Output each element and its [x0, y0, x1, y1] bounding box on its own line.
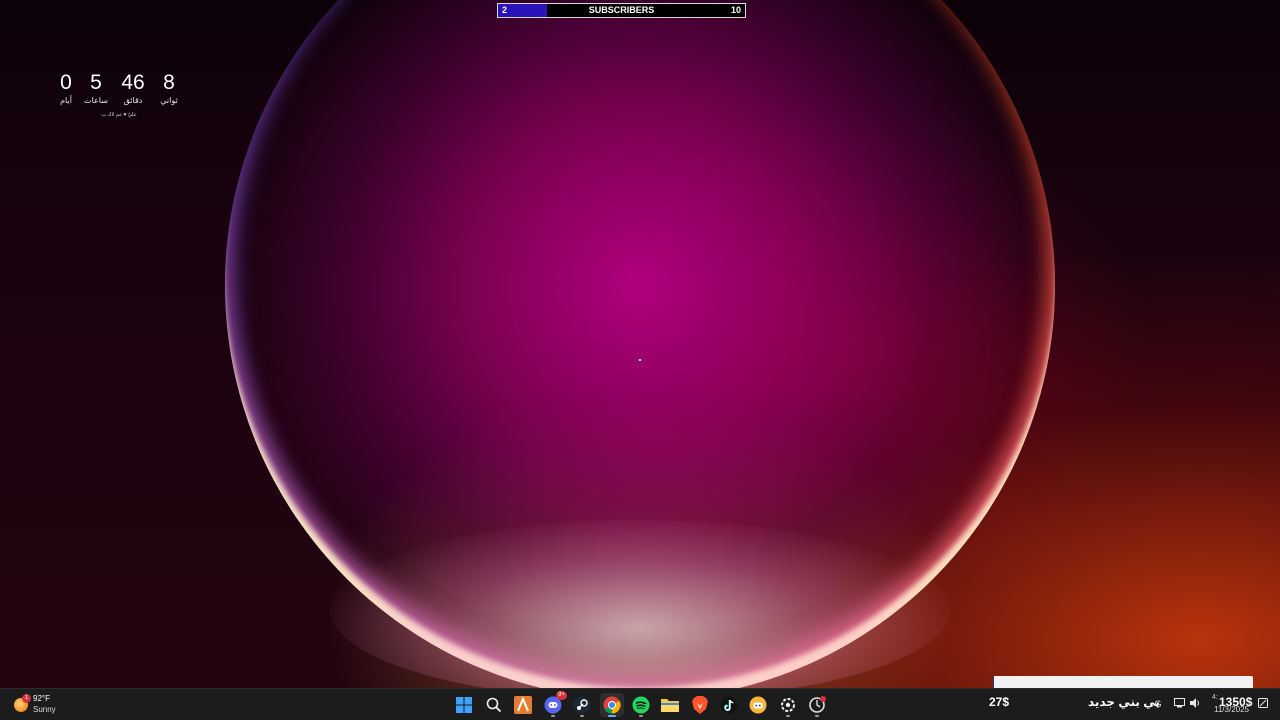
steam-icon[interactable]: [570, 693, 594, 717]
search-icon[interactable]: [482, 693, 506, 717]
active-indicator: [608, 715, 616, 717]
file-explorer-icon[interactable]: [658, 693, 682, 717]
weather-condition: Sunny: [33, 705, 56, 714]
subscriber-goal-bar: 2 SUBSCRIBERS 10: [497, 3, 746, 18]
running-indicator: [580, 715, 584, 717]
countdown-seconds: 8 ثواني: [149, 70, 189, 106]
countdown-minutes: 46 دقائق: [113, 70, 153, 106]
weather-badge: 1: [22, 694, 31, 703]
countdown-minutes-label: دقائق: [123, 96, 143, 105]
language-icon[interactable]: G: [1152, 698, 1164, 710]
notification-icon[interactable]: [1257, 698, 1269, 710]
tiktok-icon[interactable]: [717, 693, 741, 717]
subscriber-bar-title: SUBSCRIBERS: [588, 5, 655, 15]
wallpaper-glow: [330, 520, 950, 688]
discord-icon[interactable]: 9+: [541, 691, 567, 717]
countdown-seconds-label: ثواني: [160, 96, 178, 105]
a-app-icon[interactable]: [511, 693, 535, 717]
subscriber-goal-count: 10: [730, 5, 741, 15]
app-with-notification-icon[interactable]: [805, 693, 829, 717]
countdown-hours-label: ساعات: [84, 96, 108, 105]
countdown-hours-value: 5: [90, 71, 102, 94]
running-indicator: [639, 715, 643, 717]
discord-notification-badge: 9+: [556, 691, 567, 700]
running-indicator: [551, 715, 555, 717]
running-indicator: [786, 715, 790, 717]
countdown-widget: 0 أيام 5 ساعات 46 دقائق 8 ثواني عليّ ♥ ع…: [54, 70, 184, 120]
new-baby-label: بي بني جديد: [1088, 695, 1160, 709]
countdown-minutes-value: 46: [121, 71, 145, 94]
chrome-icon[interactable]: [600, 693, 624, 717]
clock-time[interactable]: 4:: [1212, 694, 1218, 701]
countdown-hours: 5 ساعات: [76, 70, 116, 106]
network-icon[interactable]: [1173, 698, 1185, 710]
volume-icon[interactable]: [1189, 698, 1201, 710]
countdown-seconds-value: 8: [163, 71, 175, 94]
spotify-icon[interactable]: [629, 693, 653, 717]
countdown-note: عليّ ♥ عم لاك ب: [101, 112, 137, 118]
weather-temperature: 92°F: [33, 694, 50, 703]
donation-amount: 27$: [989, 695, 1010, 709]
brave-icon[interactable]: [688, 693, 712, 717]
chat-app-icon[interactable]: [746, 693, 770, 717]
weather-widget[interactable]: 1 92°F Sunny: [12, 694, 72, 718]
mouse-cursor: [639, 359, 641, 361]
desktop-wallpaper: [0, 0, 1280, 688]
steelseries-icon[interactable]: [776, 693, 800, 717]
windows-start-icon[interactable]: [452, 693, 476, 717]
running-indicator: [815, 715, 819, 717]
clock-date[interactable]: 11/3/2025: [1214, 705, 1249, 714]
